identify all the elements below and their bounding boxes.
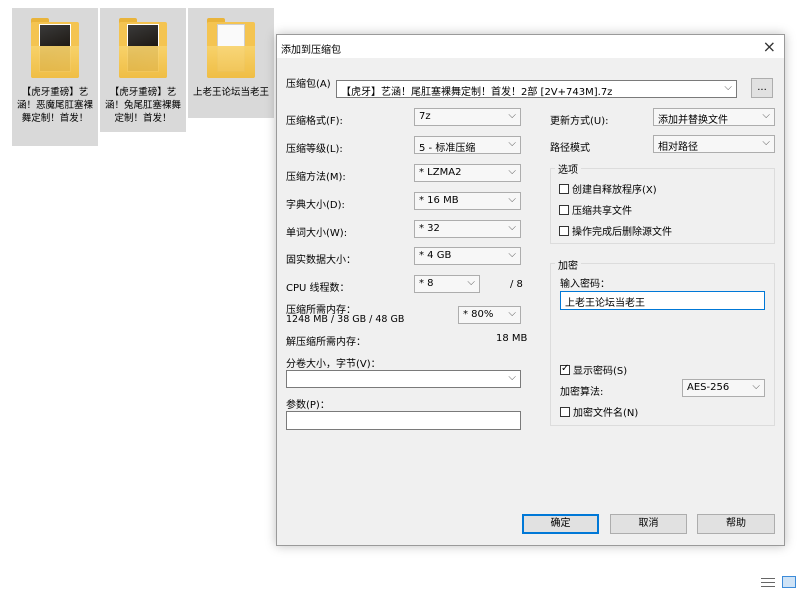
folder-icon	[27, 16, 83, 80]
chevron-down-icon: ⌵	[508, 308, 516, 319]
chevron-down-icon: ⌵	[752, 381, 760, 392]
parameters-input[interactable]	[286, 411, 521, 430]
archive-path-value: 【虎牙】艺涵！尾肛塞裸舞定制！首发！2部 [2V+743M].7z	[341, 87, 613, 98]
browse-button[interactable]: ...	[751, 78, 773, 98]
split-size-combo[interactable]: ⌵	[286, 370, 521, 388]
large-icons-view-icon[interactable]	[782, 576, 796, 588]
ok-button[interactable]: 确定	[522, 514, 599, 534]
checkbox-icon	[559, 184, 569, 194]
path-mode-label: 路径模式	[550, 143, 590, 154]
chevron-down-icon: ⌵	[508, 138, 516, 149]
title-bar: 添加到压缩包 ×	[277, 35, 784, 59]
word-size-select[interactable]: * 32 ⌵	[414, 220, 521, 238]
dictionary-label: 字典大小(D):	[286, 200, 345, 211]
encryption-group-title: 加密	[555, 257, 581, 272]
chevron-down-icon: ⌵	[467, 277, 475, 288]
memory-value: 1248 MB / 38 GB / 48 GB	[286, 314, 405, 325]
method-value: * LZMA2	[419, 167, 462, 178]
help-button[interactable]: 帮助	[697, 514, 775, 534]
delete-after-checkbox[interactable]: 操作完成后删除源文件	[559, 223, 672, 238]
chevron-down-icon: ⌵	[508, 249, 516, 260]
checkbox-checked-icon	[560, 363, 570, 375]
chevron-down-icon: ⌵	[508, 194, 516, 205]
path-mode-select[interactable]: 相对路径 ⌵	[653, 135, 775, 153]
delete-after-label: 操作完成后删除源文件	[572, 227, 672, 238]
update-mode-select[interactable]: 添加并替换文件 ⌵	[653, 108, 775, 126]
method-label: 压缩方法(M):	[286, 172, 346, 183]
memory-percent-value: * 80%	[463, 309, 494, 320]
show-password-label: 显示密码(S)	[573, 366, 628, 377]
update-mode-value: 添加并替换文件	[658, 115, 728, 126]
password-input[interactable]: 上老王论坛当老王	[560, 291, 765, 310]
folder-icon	[115, 16, 171, 80]
chevron-down-icon: ⌵	[724, 82, 732, 93]
folder-label: 上老王论坛当老王	[192, 87, 269, 98]
view-mode-switch	[757, 576, 796, 591]
folder-item[interactable]: 上老王论坛当老王	[188, 8, 274, 118]
parameters-label: 参数(P)：	[286, 400, 330, 411]
format-label: 压缩格式(F):	[286, 116, 343, 127]
cpu-threads-value: * 8	[419, 278, 434, 289]
chevron-down-icon: ⌵	[762, 110, 770, 121]
dictionary-select[interactable]: * 16 MB ⌵	[414, 192, 521, 210]
create-sfx-label: 创建自释放程序(X)	[572, 185, 657, 196]
cancel-button[interactable]: 取消	[610, 514, 687, 534]
options-group-title: 选项	[555, 161, 581, 176]
solid-block-value: * 4 GB	[419, 250, 452, 261]
word-size-value: * 32	[419, 223, 440, 234]
checkbox-icon	[559, 226, 569, 236]
update-mode-label: 更新方式(U):	[550, 116, 609, 127]
word-size-label: 单词大小(W):	[286, 228, 348, 239]
encrypt-filenames-label: 加密文件名(N)	[573, 408, 639, 419]
chevron-down-icon: ⌵	[508, 222, 516, 233]
folder-label: 【虎牙重磅】艺涵！兔尾肛塞裸舞定制！首发！	[104, 87, 181, 124]
encryption-method-label: 加密算法:	[560, 387, 604, 398]
encryption-method-select[interactable]: AES-256 ⌵	[682, 379, 765, 397]
compress-shared-label: 压缩共享文件	[572, 206, 632, 217]
folder-label: 【虎牙重磅】艺涵！恶魔尾肛塞裸舞定制！首发！	[16, 87, 93, 124]
cpu-threads-label: CPU 线程数：	[286, 283, 350, 294]
encrypt-filenames-checkbox[interactable]: 加密文件名(N)	[560, 404, 638, 419]
solid-block-label: 固实数据大小：	[286, 255, 356, 266]
folder-item[interactable]: 【虎牙重磅】艺涵！兔尾肛塞裸舞定制！首发！	[100, 8, 186, 132]
path-mode-value: 相对路径	[658, 142, 698, 153]
split-size-label: 分卷大小，字节(V)：	[286, 359, 381, 370]
compress-shared-checkbox[interactable]: 压缩共享文件	[559, 202, 632, 217]
level-select[interactable]: 5 - 标准压缩 ⌵	[414, 136, 521, 154]
dictionary-value: * 16 MB	[419, 195, 459, 206]
folder-item[interactable]: 【虎牙重磅】艺涵！恶魔尾肛塞裸舞定制！首发！	[12, 8, 98, 146]
format-value: 7z	[419, 111, 431, 122]
password-label: 输入密码：	[560, 279, 610, 290]
level-label: 压缩等级(L):	[286, 144, 343, 155]
solid-block-select[interactable]: * 4 GB ⌵	[414, 247, 521, 265]
decompress-memory-label: 解压缩所需内存：	[286, 337, 366, 348]
decompress-memory-value: 18 MB	[496, 333, 528, 344]
archive-label: 压缩包(A)	[286, 79, 331, 90]
chevron-down-icon: ⌵	[762, 137, 770, 148]
checkbox-icon	[559, 205, 569, 215]
chevron-down-icon: ⌵	[508, 110, 516, 121]
method-select[interactable]: * LZMA2 ⌵	[414, 164, 521, 182]
folder-icon	[203, 16, 259, 80]
memory-percent-select[interactable]: * 80% ⌵	[458, 306, 521, 324]
dialog-title: 添加到压缩包	[281, 45, 341, 56]
details-view-icon[interactable]	[760, 576, 775, 588]
archive-path-combo[interactable]: 【虎牙】艺涵！尾肛塞裸舞定制！首发！2部 [2V+743M].7z ⌵	[336, 80, 737, 98]
close-icon[interactable]: ×	[763, 37, 776, 56]
checkbox-icon	[560, 407, 570, 417]
cpu-threads-select[interactable]: * 8 ⌵	[414, 275, 480, 293]
encryption-method-value: AES-256	[687, 382, 730, 393]
show-password-checkbox[interactable]: 显示密码(S)	[560, 362, 627, 377]
format-select[interactable]: 7z ⌵	[414, 108, 521, 126]
chevron-down-icon: ⌵	[508, 166, 516, 177]
level-value: 5 - 标准压缩	[419, 143, 476, 154]
add-to-archive-dialog: 添加到压缩包 × 压缩包(A) 【虎牙】艺涵！尾肛塞裸舞定制！首发！2部 [2V…	[276, 34, 785, 546]
cpu-threads-max: / 8	[510, 279, 523, 290]
create-sfx-checkbox[interactable]: 创建自释放程序(X)	[559, 181, 657, 196]
chevron-down-icon: ⌵	[508, 372, 516, 383]
